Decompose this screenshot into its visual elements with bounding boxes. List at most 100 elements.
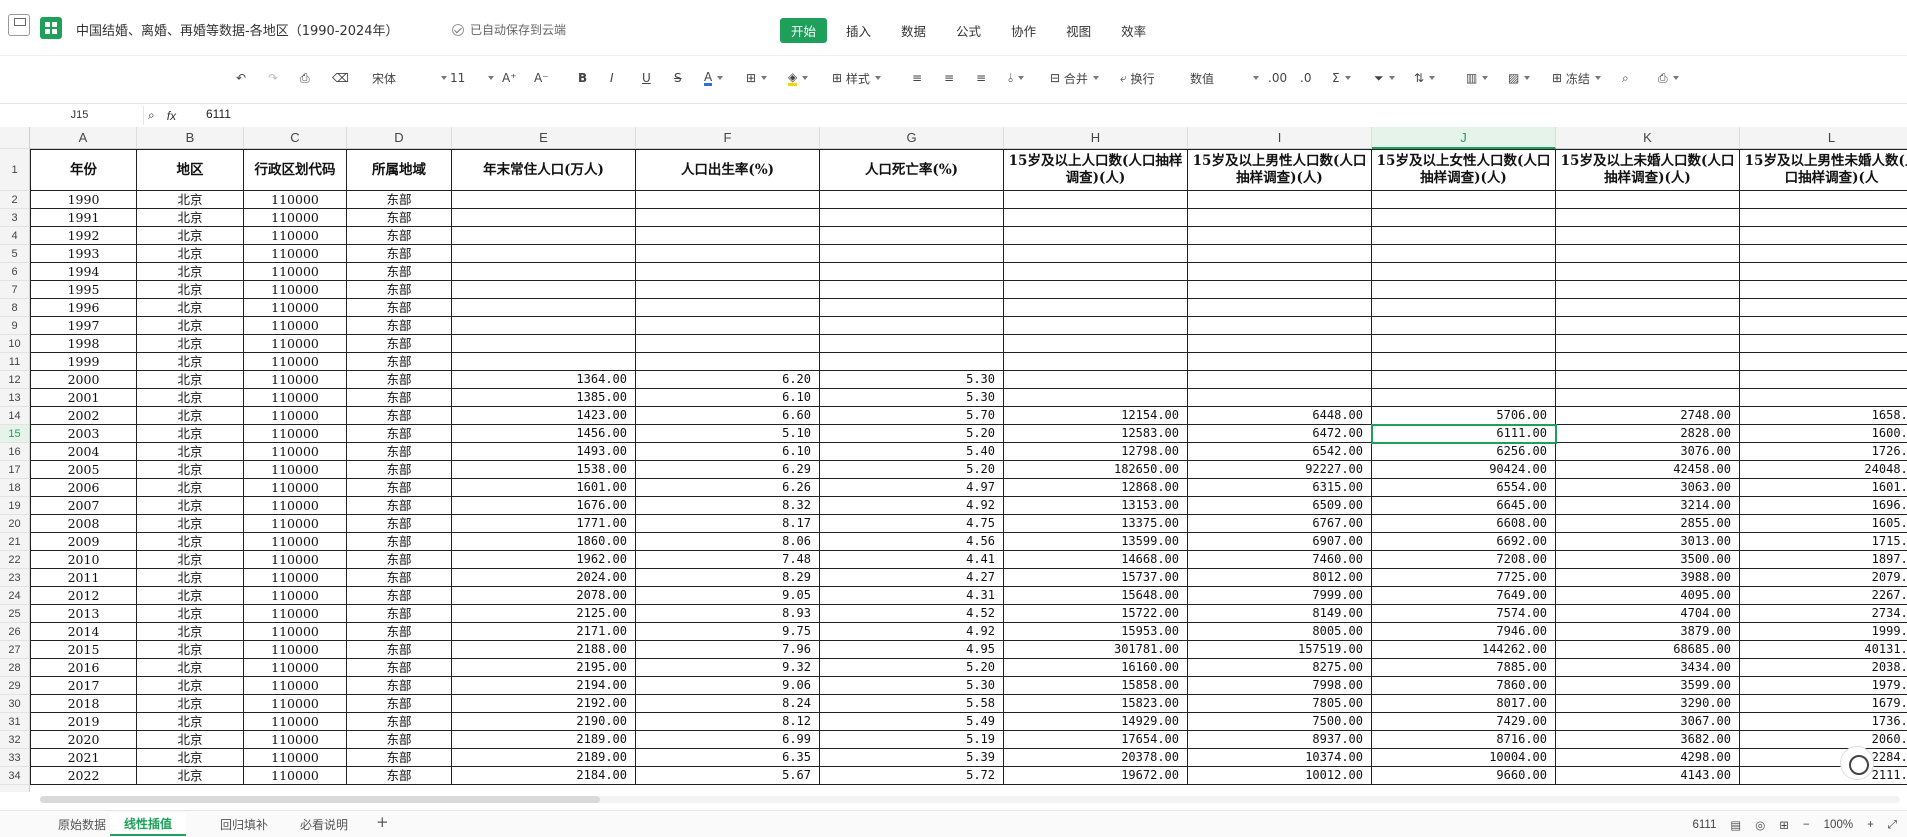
cell-G32[interactable]: 5.19	[820, 731, 1004, 749]
cell-I9[interactable]	[1188, 317, 1372, 335]
cell-C8[interactable]: 110000	[244, 299, 347, 317]
cell-L23[interactable]: 2079.0	[1740, 569, 1907, 587]
cell-H34[interactable]: 19672.00	[1004, 767, 1188, 785]
cell-D15[interactable]: 东部	[347, 425, 452, 443]
menu-tab-5[interactable]: 视图	[1055, 18, 1102, 43]
header-cell-J[interactable]: 15岁及以上女性人口数(人口抽样调查)(人)	[1372, 149, 1556, 191]
cell-F18[interactable]: 6.26	[636, 479, 820, 497]
decimal-decrease-icon[interactable]: .0	[1300, 68, 1311, 88]
cell-F31[interactable]: 8.12	[636, 713, 820, 731]
cell-L5[interactable]	[1740, 245, 1907, 263]
cell-F4[interactable]	[636, 227, 820, 245]
cell-K20[interactable]: 2855.00	[1556, 515, 1740, 533]
cell-L20[interactable]: 1605.0	[1740, 515, 1907, 533]
cell-I20[interactable]: 6767.00	[1188, 515, 1372, 533]
cell-C30[interactable]: 110000	[244, 695, 347, 713]
cell-H7[interactable]	[1004, 281, 1188, 299]
cell-J25[interactable]: 7574.00	[1372, 605, 1556, 623]
cell-J15[interactable]: 6111.00	[1372, 425, 1556, 443]
cell-I24[interactable]: 7999.00	[1188, 587, 1372, 605]
cell-D25[interactable]: 东部	[347, 605, 452, 623]
row-header-20[interactable]: 20	[0, 515, 30, 533]
cell-G5[interactable]	[820, 245, 1004, 263]
cell-A7[interactable]: 1995	[30, 281, 137, 299]
cell-J18[interactable]: 6554.00	[1372, 479, 1556, 497]
cell-K22[interactable]: 3500.00	[1556, 551, 1740, 569]
cell-A25[interactable]: 2013	[30, 605, 137, 623]
cell-F2[interactable]	[636, 191, 820, 209]
cell-F16[interactable]: 6.10	[636, 443, 820, 461]
freeze-button[interactable]: ⊞ 冻结	[1552, 68, 1601, 88]
cell-E25[interactable]: 2125.00	[452, 605, 636, 623]
cell-A28[interactable]: 2016	[30, 659, 137, 677]
header-cell-H[interactable]: 15岁及以上人口数(人口抽样调查)(人)	[1004, 149, 1188, 191]
cell-F20[interactable]: 8.17	[636, 515, 820, 533]
cell-G33[interactable]: 5.39	[820, 749, 1004, 767]
align-left-icon[interactable]: ≡	[912, 68, 922, 88]
cell-K12[interactable]	[1556, 371, 1740, 389]
cell-A3[interactable]: 1991	[30, 209, 137, 227]
cell-K24[interactable]: 4095.00	[1556, 587, 1740, 605]
chart-icon[interactable]: ▥	[1466, 68, 1489, 88]
cell-K15[interactable]: 2828.00	[1556, 425, 1740, 443]
cell-B12[interactable]: 北京	[137, 371, 244, 389]
menu-tab-0[interactable]: 开始	[780, 18, 828, 43]
row-header-30[interactable]: 30	[0, 695, 30, 713]
cell-I34[interactable]: 10012.00	[1188, 767, 1372, 785]
cell-B34[interactable]: 北京	[137, 767, 244, 785]
cell-F22[interactable]: 7.48	[636, 551, 820, 569]
column-header-A[interactable]: A	[30, 127, 137, 149]
cell-G15[interactable]: 5.20	[820, 425, 1004, 443]
cell-F21[interactable]: 8.06	[636, 533, 820, 551]
assistant-icon[interactable]	[1840, 746, 1874, 780]
cell-C4[interactable]: 110000	[244, 227, 347, 245]
cell-J31[interactable]: 7429.00	[1372, 713, 1556, 731]
cell-L28[interactable]: 2038.0	[1740, 659, 1907, 677]
cell-J13[interactable]	[1372, 389, 1556, 407]
cell-K3[interactable]	[1556, 209, 1740, 227]
cell-F23[interactable]: 8.29	[636, 569, 820, 587]
row-header-partial[interactable]	[0, 785, 30, 792]
cell-F7[interactable]	[636, 281, 820, 299]
redo-icon[interactable]: ↷	[268, 68, 278, 88]
cell-D7[interactable]: 东部	[347, 281, 452, 299]
header-cell-E[interactable]: 年末常住人口(万人)	[452, 149, 636, 191]
cell-D26[interactable]: 东部	[347, 623, 452, 641]
cell-H33[interactable]: 20378.00	[1004, 749, 1188, 767]
cell-C32[interactable]: 110000	[244, 731, 347, 749]
cell-L13[interactable]	[1740, 389, 1907, 407]
fx-icon[interactable]: fx	[167, 109, 176, 123]
cell-G28[interactable]: 5.20	[820, 659, 1004, 677]
cell-F11[interactable]	[636, 353, 820, 371]
header-cell-C[interactable]: 行政区划代码	[244, 149, 347, 191]
row-header-4[interactable]: 4	[0, 227, 30, 245]
cell-L33[interactable]: 2284.0	[1740, 749, 1907, 767]
cell-C17[interactable]: 110000	[244, 461, 347, 479]
row-header-5[interactable]: 5	[0, 245, 30, 263]
cell-B9[interactable]: 北京	[137, 317, 244, 335]
cell-J20[interactable]: 6608.00	[1372, 515, 1556, 533]
cell-B32[interactable]: 北京	[137, 731, 244, 749]
cell-D11[interactable]: 东部	[347, 353, 452, 371]
cell-C28[interactable]: 110000	[244, 659, 347, 677]
cell-E23[interactable]: 2024.00	[452, 569, 636, 587]
cell-C19[interactable]: 110000	[244, 497, 347, 515]
cell-D4[interactable]: 东部	[347, 227, 452, 245]
row-header-14[interactable]: 14	[0, 407, 30, 425]
filter-icon[interactable]: ⏷	[1374, 68, 1395, 88]
cell-F6[interactable]	[636, 263, 820, 281]
zoom-out-button[interactable]: −	[1803, 819, 1810, 831]
row-header-28[interactable]: 28	[0, 659, 30, 677]
cell-G16[interactable]: 5.40	[820, 443, 1004, 461]
cell-D2[interactable]: 东部	[347, 191, 452, 209]
row-header-31[interactable]: 31	[0, 713, 30, 731]
column-header-D[interactable]: D	[347, 127, 452, 149]
row-header-19[interactable]: 19	[0, 497, 30, 515]
page-layout-icon[interactable]: ⊞	[1779, 818, 1789, 832]
cell-J2[interactable]	[1372, 191, 1556, 209]
cell-B21[interactable]: 北京	[137, 533, 244, 551]
cell-I6[interactable]	[1188, 263, 1372, 281]
cell-F29[interactable]: 9.06	[636, 677, 820, 695]
cell-K29[interactable]: 3599.00	[1556, 677, 1740, 695]
sheet-tab-3[interactable]: 必看说明	[300, 816, 348, 833]
